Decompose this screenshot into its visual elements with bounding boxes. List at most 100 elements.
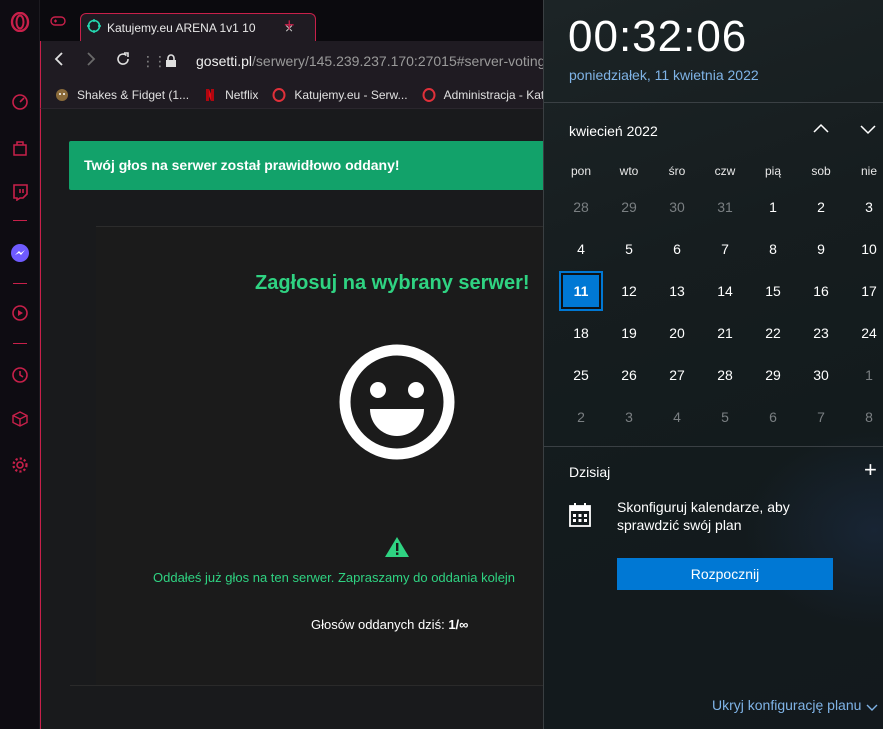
calendar-week: 18 19 20 21 22 23 24	[557, 312, 883, 354]
calendar-day[interactable]: 12	[605, 270, 653, 312]
settings-gear-icon[interactable]	[9, 454, 31, 476]
tab-active[interactable]: Katujemy.eu ARENA 1v1 10 ×	[80, 13, 316, 42]
opera-small-icon	[272, 87, 286, 102]
calendar-icon	[569, 503, 591, 532]
calendar-day[interactable]: 8	[845, 396, 883, 438]
forward-arrow-icon[interactable]	[85, 51, 97, 72]
bookmarks-bar: Shakes & Fidget (1... Netflix Katujemy.e…	[40, 81, 544, 109]
chevron-down-icon[interactable]	[866, 700, 878, 718]
calendar-week: 2 3 4 5 6 7 8	[557, 396, 883, 438]
calendar-day[interactable]: 21	[701, 312, 749, 354]
calendar-day[interactable]: 31	[701, 186, 749, 228]
calendar-day[interactable]: 7	[797, 396, 845, 438]
bookmark-administracja[interactable]: Administracja - Kat	[422, 87, 545, 102]
weekday-label: pią	[764, 164, 781, 178]
add-event-plus-icon[interactable]: +	[864, 459, 877, 481]
history-clock-icon[interactable]	[9, 364, 31, 386]
player-icon[interactable]	[9, 302, 31, 324]
calendar-day[interactable]: 6	[653, 228, 701, 270]
calendar-day[interactable]: 1	[749, 186, 797, 228]
lock-icon[interactable]	[165, 54, 177, 73]
speed-dial-icon[interactable]	[9, 91, 31, 113]
calendar-day[interactable]: 14	[701, 270, 749, 312]
calendar-day[interactable]: 25	[557, 354, 605, 396]
calendar-day[interactable]: 5	[605, 228, 653, 270]
warning-icon	[384, 536, 410, 563]
calendar-day[interactable]: 29	[749, 354, 797, 396]
weekday-label: nie	[860, 164, 877, 178]
votes-today-value: 1/∞	[448, 617, 469, 632]
calendar-day[interactable]: 30	[797, 354, 845, 396]
url-field[interactable]: gosetti.pl/serwery/145.239.237.170:27015…	[196, 53, 550, 69]
calendar-day[interactable]: 15	[749, 270, 797, 312]
weekday-label: śro	[668, 164, 686, 178]
more-options-icon[interactable]: ⋮⋮	[141, 53, 167, 70]
calendar-day[interactable]: 18	[557, 312, 605, 354]
flyout-divider	[544, 446, 883, 447]
calendar-day[interactable]: 28	[557, 186, 605, 228]
calendar-day[interactable]: 28	[701, 354, 749, 396]
opera-sidebar	[0, 0, 40, 729]
calendar-day[interactable]: 24	[845, 312, 883, 354]
calendar-day[interactable]: 26	[605, 354, 653, 396]
bookmark-katujemy[interactable]: Katujemy.eu - Serw...	[272, 87, 408, 102]
bookmark-shakes-fidget[interactable]: Shakes & Fidget (1...	[55, 88, 189, 102]
calendar-day[interactable]: 2	[797, 186, 845, 228]
reload-icon[interactable]	[115, 51, 131, 72]
calendar-day[interactable]: 30	[653, 186, 701, 228]
calendar-day[interactable]: 23	[797, 312, 845, 354]
bookmark-netflix[interactable]: Netflix	[203, 88, 258, 102]
twitch-icon[interactable]	[9, 181, 31, 203]
calendar-day[interactable]: 7	[701, 228, 749, 270]
smiley-face-icon	[338, 343, 456, 466]
tab-title: Katujemy.eu ARENA 1v1 10	[107, 21, 256, 35]
netflix-icon	[203, 88, 217, 102]
calendar-day[interactable]: 3	[605, 396, 653, 438]
calendar-day[interactable]: 19	[605, 312, 653, 354]
shopping-bag-icon[interactable]	[9, 137, 31, 159]
gamepad-icon[interactable]	[50, 14, 66, 32]
calendar-day[interactable]: 16	[797, 270, 845, 312]
shakes-fidget-icon	[55, 88, 69, 102]
calendar-day[interactable]: 27	[653, 354, 701, 396]
card-divider	[70, 685, 544, 686]
bookmark-label: Netflix	[225, 87, 259, 102]
sidebar-separator	[13, 283, 27, 284]
votes-today: Głosów oddanych dziś: 1/∞	[311, 617, 468, 632]
calendar-day[interactable]: 13	[653, 270, 701, 312]
bookmark-label: Administracja - Kat	[443, 87, 545, 102]
start-button[interactable]: Rozpocznij	[617, 558, 833, 590]
extensions-cube-icon[interactable]	[9, 408, 31, 430]
calendar-week: 4 5 6 7 8 9 10	[557, 228, 883, 270]
calendar-day[interactable]: 4	[653, 396, 701, 438]
calendar-day[interactable]: 10	[845, 228, 883, 270]
already-voted-message: Oddałeś już głos na ten serwer. Zaprasza…	[153, 570, 516, 585]
calendar-day[interactable]: 17	[845, 270, 883, 312]
calendar-day[interactable]: 5	[701, 396, 749, 438]
month-label[interactable]: kwiecień 2022	[569, 123, 658, 139]
calendar-day[interactable]: 22	[749, 312, 797, 354]
calendar-day[interactable]: 4	[557, 228, 605, 270]
url-host: gosetti.pl	[196, 53, 253, 69]
opera-logo-icon[interactable]	[9, 11, 31, 33]
flyout-divider	[544, 102, 883, 103]
calendar-day[interactable]: 3	[845, 186, 883, 228]
calendar-day[interactable]: 1	[845, 354, 883, 396]
calendar-day[interactable]: 6	[749, 396, 797, 438]
hide-plan-setup-link[interactable]: Ukryj konfigurację planu	[712, 697, 861, 713]
back-arrow-icon[interactable]	[53, 51, 65, 72]
calendar-day-today[interactable]: 11	[557, 270, 605, 312]
bookmark-label: Shakes & Fidget (1...	[77, 87, 190, 102]
previous-month-chevron-up-icon[interactable]	[812, 120, 830, 143]
messenger-icon[interactable]	[9, 242, 31, 264]
calendar-day[interactable]: 29	[605, 186, 653, 228]
opera-small-icon	[422, 87, 436, 102]
calendar-week: 25 26 27 28 29 30 1	[557, 354, 883, 396]
calendar-day[interactable]: 9	[797, 228, 845, 270]
next-month-chevron-down-icon[interactable]	[859, 120, 877, 143]
calendar-day[interactable]: 2	[557, 396, 605, 438]
calendar-day[interactable]: 20	[653, 312, 701, 354]
calendar-day[interactable]: 8	[749, 228, 797, 270]
new-tab-button[interactable]: +	[284, 16, 295, 34]
full-date-link[interactable]: poniedziałek, 11 kwietnia 2022	[569, 67, 759, 83]
